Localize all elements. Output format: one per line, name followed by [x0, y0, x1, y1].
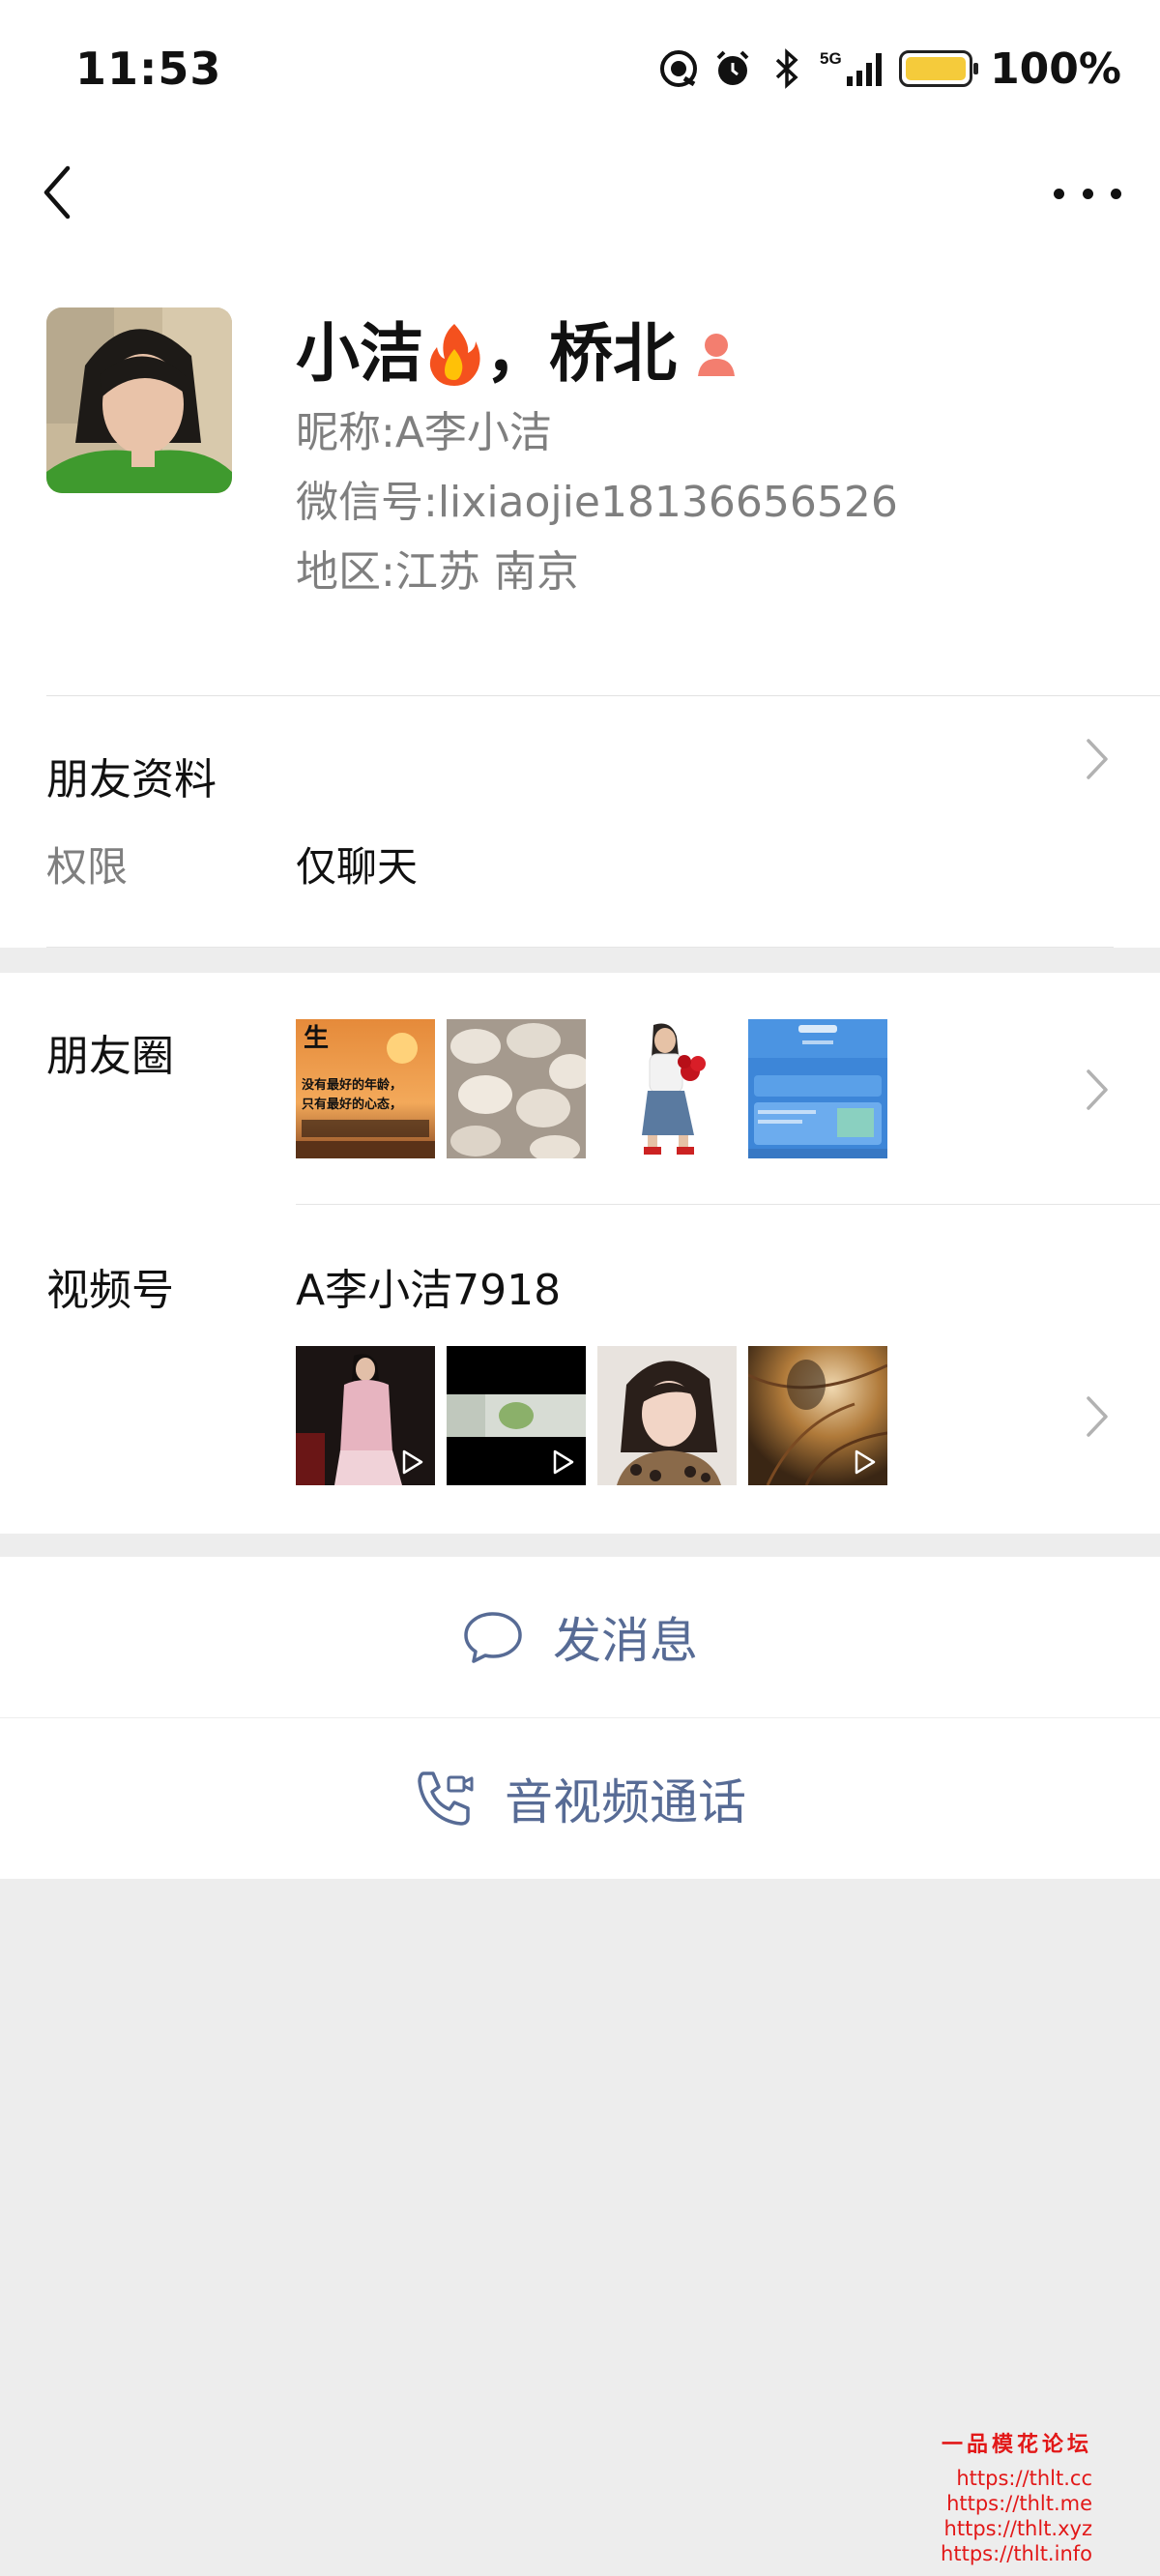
moments-thumbnail-line: 没有最好的年龄，	[302, 1077, 402, 1093]
chevron-right-icon	[1087, 1396, 1108, 1437]
chevron-left-icon	[44, 165, 71, 220]
channel-video-thumbnail[interactable]	[597, 1346, 737, 1485]
moments-thumbnail-line: 只有最好的心态，	[302, 1097, 402, 1112]
nickname-label: 昵称:	[296, 408, 395, 457]
voice-video-call-button[interactable]: 音视频通话	[0, 1718, 1160, 1879]
channel-name: A李小洁7918	[296, 1266, 562, 1315]
more-dot	[1111, 188, 1121, 199]
moments-row[interactable]: 朋友圈 生 没有最好的年龄， 只有最好的心态，	[0, 973, 1160, 1205]
more-button[interactable]	[1054, 164, 1121, 222]
phone-video-icon	[418, 1771, 474, 1826]
display-name: 小洁 ，桥北	[296, 309, 1127, 398]
channel-video-thumbnail[interactable]	[296, 1346, 435, 1485]
fire-emoji-icon	[429, 324, 480, 386]
region-line: 地区:江苏 南京	[296, 538, 1127, 607]
moments-thumbnail-heading: 生	[304, 1024, 329, 1053]
permission-label: 权限	[46, 843, 129, 891]
send-message-button[interactable]: 发消息	[0, 1557, 1160, 1717]
avatar[interactable]	[46, 307, 232, 493]
region-value: 江苏 南京	[394, 547, 579, 597]
profile-header: 小洁 ，桥北 昵称:A李小洁 微信号:lixiaojie18136656526 …	[0, 242, 1160, 696]
female-gender-icon	[698, 334, 735, 376]
bluetooth-icon	[766, 47, 808, 90]
nickname-value: A李小洁	[394, 408, 552, 457]
wechat-id-label: 微信号:	[296, 478, 438, 527]
channel-video-thumbnail[interactable]	[447, 1346, 586, 1485]
battery-icon	[899, 50, 979, 87]
watermark-link: https://thlt.cc	[956, 2467, 1092, 2490]
contact-profile-screen: 11:53 5G 100% 小洁 ，桥北 昵称:A李小洁 微信号:lixiaoj…	[0, 0, 1160, 2576]
region-label: 地区:	[296, 547, 395, 597]
channel-thumbnails	[296, 1346, 887, 1485]
moments-thumbnail[interactable]	[447, 1019, 586, 1158]
network-type: 5G	[820, 49, 842, 68]
play-icon	[553, 1449, 574, 1475]
watermark-link: https://thlt.me	[946, 2492, 1092, 2515]
watermark-link: https://thlt.xyz	[943, 2517, 1092, 2540]
divider	[46, 947, 1114, 948]
display-name-part2: ，桥北	[485, 316, 677, 391]
play-icon	[855, 1449, 876, 1475]
status-icons: 5G 100%	[657, 43, 1121, 95]
chevron-right-icon	[1087, 739, 1108, 779]
watermark-link: https://thlt.info	[941, 2542, 1092, 2565]
voice-video-call-label: 音视频通话	[505, 1774, 746, 1830]
alarm-icon	[711, 47, 754, 90]
profile-info: 小洁 ，桥北 昵称:A李小洁 微信号:lixiaojie18136656526 …	[296, 309, 1127, 607]
friend-info-title: 朋友资料	[46, 755, 217, 805]
channel-video-thumbnail[interactable]	[748, 1346, 887, 1485]
more-dot	[1082, 188, 1093, 199]
nickname-line: 昵称:A李小洁	[296, 398, 1127, 468]
moments-thumbnail[interactable]	[748, 1019, 887, 1158]
channels-row[interactable]: 视频号 A李小洁7918	[0, 1205, 1160, 1534]
moments-thumbnails: 生 没有最好的年龄， 只有最好的心态，	[296, 1019, 887, 1158]
more-dot	[1054, 188, 1064, 199]
play-icon	[402, 1449, 423, 1475]
hotspot-icon	[657, 47, 700, 90]
wechat-id-value[interactable]: lixiaojie18136656526	[438, 478, 898, 527]
channels-title: 视频号	[46, 1266, 174, 1315]
wechat-id-line: 微信号:lixiaojie18136656526	[296, 468, 1127, 538]
chevron-right-icon	[1087, 1069, 1108, 1110]
status-time: 11:53	[75, 43, 222, 95]
permission-value: 仅聊天	[296, 843, 419, 891]
send-message-label: 发消息	[553, 1613, 698, 1669]
watermark: 一品模花论坛 https://thlt.cc https://thlt.me h…	[941, 2427, 1092, 2566]
battery-level: 100%	[990, 44, 1121, 94]
friend-info-row[interactable]: 朋友资料 权限 仅聊天	[0, 696, 1160, 948]
chat-bubble-icon	[464, 1612, 522, 1663]
moments-thumbnail[interactable]: 生 没有最好的年龄， 只有最好的心态，	[296, 1019, 435, 1158]
signal-icon: 5G	[820, 47, 887, 90]
back-button[interactable]	[35, 159, 83, 226]
moments-title: 朋友圈	[46, 1032, 174, 1081]
display-name-part1: 小洁	[296, 316, 423, 391]
nav-bar	[0, 145, 1160, 242]
moments-thumbnail[interactable]	[597, 1019, 737, 1158]
status-bar: 11:53 5G 100%	[0, 0, 1160, 145]
watermark-title: 一品模花论坛	[941, 2432, 1092, 2457]
